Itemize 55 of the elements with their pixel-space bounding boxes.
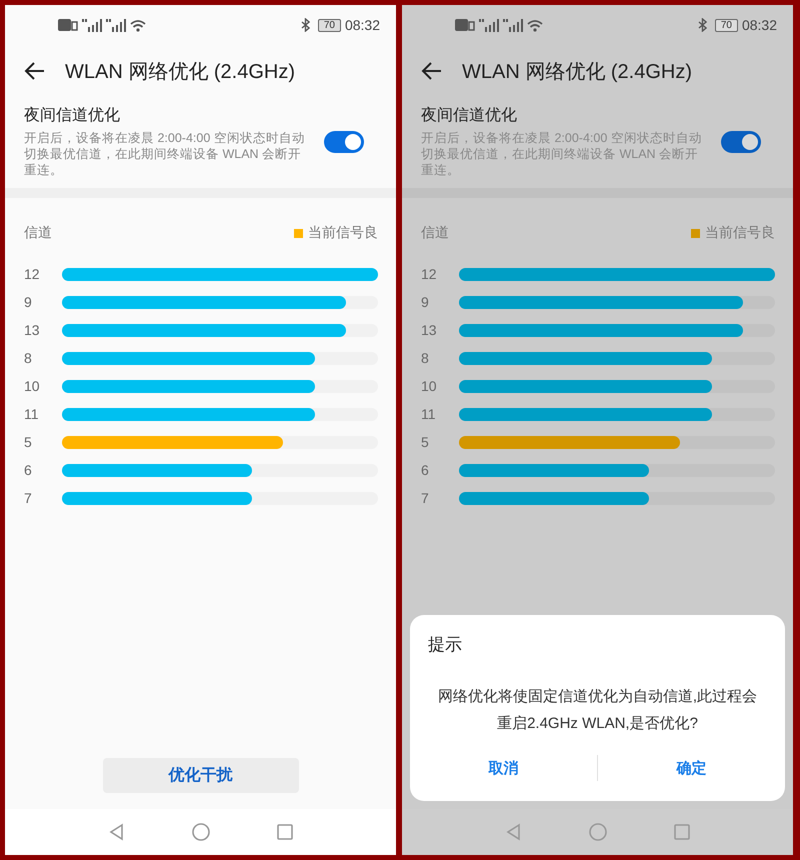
bluetooth-icon bbox=[698, 18, 707, 32]
wifi-icon bbox=[130, 18, 146, 32]
channel-number: 12 bbox=[421, 266, 438, 282]
page-title: WLAN 网络优化 (2.4GHz) bbox=[462, 60, 692, 84]
wifi-icon bbox=[527, 18, 543, 32]
channel-number: 5 bbox=[24, 434, 33, 450]
channel-number: 11 bbox=[421, 406, 437, 422]
home-nav-icon[interactable] bbox=[192, 823, 210, 841]
channel-number: 7 bbox=[24, 490, 33, 506]
hd-icon bbox=[58, 19, 78, 31]
setting-label: 夜间信道优化 bbox=[24, 106, 121, 126]
channel-number: 6 bbox=[24, 462, 33, 478]
setting-label: 夜间信道优化 bbox=[421, 106, 518, 126]
dialog-title: 提示 bbox=[427, 634, 463, 656]
dialog-message: 网络优化将使固定信道优化为自动信道,此过程会重启2.4GHz WLAN,是否优化? bbox=[436, 687, 758, 734]
optimize-button[interactable]: 优化干扰 bbox=[102, 758, 298, 793]
toggle-switch[interactable] bbox=[721, 130, 761, 152]
channel-number: 13 bbox=[24, 322, 41, 338]
recents-nav-icon[interactable] bbox=[276, 823, 294, 841]
bluetooth-icon bbox=[300, 18, 310, 32]
channel-number: 9 bbox=[24, 294, 33, 310]
channel-number: 13 bbox=[421, 322, 438, 338]
legend-label: 当前信号良 bbox=[308, 224, 378, 242]
page-title: WLAN 网络优化 (2.4GHz) bbox=[65, 60, 296, 84]
channel-number: 10 bbox=[24, 378, 41, 394]
channel-number: 10 bbox=[421, 378, 438, 394]
back-nav-icon[interactable] bbox=[108, 823, 126, 841]
recents-nav-icon[interactable] bbox=[672, 823, 690, 841]
status-time: 08:32 bbox=[344, 17, 380, 33]
channel-number: 8 bbox=[24, 350, 33, 366]
channel-number: 9 bbox=[421, 294, 430, 310]
channel-number: 5 bbox=[421, 434, 430, 450]
channel-number: 7 bbox=[421, 490, 430, 506]
setting-description: 开启后，设备将在凌晨 2:00-4:00 空闲状态时自动切换最优信道，在此期间终端设备 WLAN 会断开重连。 bbox=[24, 130, 306, 178]
status-time: 08:32 bbox=[742, 17, 777, 33]
signal-icon bbox=[106, 18, 126, 32]
hd-icon bbox=[455, 19, 475, 31]
signal-icon bbox=[479, 18, 499, 32]
signal-icon bbox=[503, 18, 523, 32]
legend-label: 当前信号良 bbox=[705, 224, 775, 242]
channel-number: 11 bbox=[24, 406, 40, 422]
cancel-button[interactable]: 取消 bbox=[410, 755, 597, 781]
battery-indicator: 70 bbox=[714, 18, 738, 32]
axis-label: 信道 bbox=[24, 224, 52, 242]
home-nav-icon[interactable] bbox=[588, 823, 606, 841]
channel-number: 12 bbox=[24, 266, 41, 282]
setting-description: 开启后，设备将在凌晨 2:00-4:00 空闲状态时自动切换最优信道，在此期间终端设备 WLAN 会断开重连。 bbox=[421, 130, 703, 178]
confirm-button[interactable]: 确定 bbox=[598, 755, 785, 781]
battery-indicator: 70 bbox=[318, 18, 341, 32]
signal-icon bbox=[82, 18, 102, 32]
channel-number: 6 bbox=[421, 462, 430, 478]
back-nav-icon[interactable] bbox=[504, 823, 522, 841]
toggle-switch[interactable] bbox=[324, 130, 364, 152]
channel-number: 8 bbox=[421, 350, 430, 366]
axis-label: 信道 bbox=[421, 224, 449, 242]
